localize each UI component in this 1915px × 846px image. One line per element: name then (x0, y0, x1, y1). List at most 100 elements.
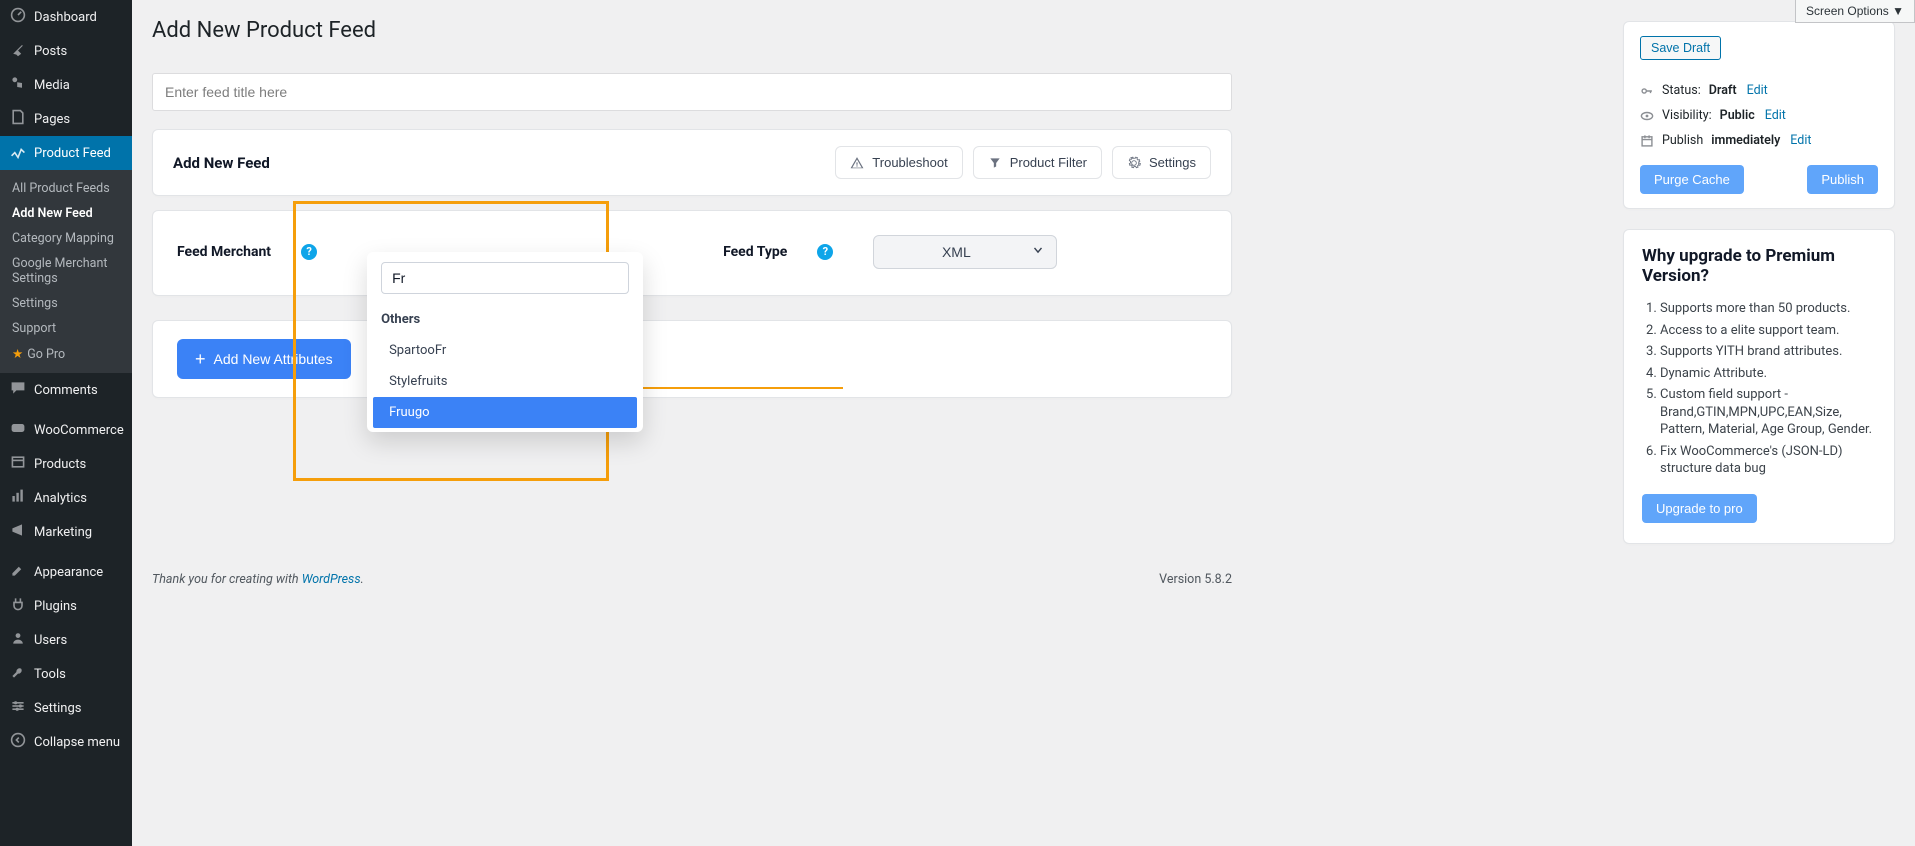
upgrade-item: Dynamic Attribute. (1660, 363, 1876, 385)
feed-config-panel: Feed Merchant? Others SpartooFr Stylefru… (152, 210, 1232, 296)
sidebar-item-users[interactable]: Users (0, 623, 132, 657)
sidebar-item-label: Collapse menu (34, 735, 120, 750)
sidebar-item-label: Users (34, 633, 67, 648)
sidebar-item-settings[interactable]: Settings (0, 691, 132, 725)
feed-title-input[interactable] (152, 73, 1232, 111)
star-icon: ★ (12, 347, 23, 362)
edit-status-link[interactable]: Edit (1747, 83, 1768, 98)
appearance-icon (10, 562, 26, 582)
settings-button[interactable]: Settings (1112, 146, 1211, 179)
upgrade-item: Fix WooCommerce's (JSON-LD) structure da… (1660, 441, 1876, 480)
help-icon[interactable]: ? (301, 244, 317, 260)
upgrade-list: Supports more than 50 products. Access t… (1642, 298, 1876, 480)
tools-icon (10, 664, 26, 684)
products-icon (10, 454, 26, 474)
main-content: Screen Options ▼ Add New Product Feed Ad… (132, 0, 1915, 846)
product-filter-button[interactable]: Product Filter (973, 146, 1102, 179)
upgrade-box: Why upgrade to Premium Version? Supports… (1623, 229, 1895, 544)
gear-icon (1127, 156, 1141, 170)
sidebar-item-posts[interactable]: Posts (0, 34, 132, 68)
users-icon (10, 630, 26, 650)
feed-merchant-label: Feed Merchant (177, 244, 271, 260)
sidebar-item-product-feed[interactable]: Product Feed (0, 136, 132, 170)
sidebar-item-label: Posts (34, 44, 67, 59)
dropdown-item-stylefruits[interactable]: Stylefruits (367, 366, 643, 397)
dropdown-item-fruugo[interactable]: Fruugo (373, 397, 637, 428)
analytics-icon (10, 488, 26, 508)
submenu-add-new-feed[interactable]: Add New Feed (0, 201, 132, 226)
sidebar-item-pages[interactable]: Pages (0, 102, 132, 136)
annotation-arrow (611, 381, 843, 395)
page-icon (10, 109, 26, 129)
troubleshoot-button[interactable]: Troubleshoot (835, 146, 962, 179)
edit-schedule-link[interactable]: Edit (1790, 133, 1811, 148)
sidebar-item-tools[interactable]: Tools (0, 657, 132, 691)
publish-box: Save Draft Status: Draft Edit Visibility… (1623, 21, 1895, 209)
edit-visibility-link[interactable]: Edit (1765, 108, 1786, 123)
sidebar-item-comments[interactable]: Comments (0, 373, 132, 407)
sidebar-item-label: Analytics (34, 491, 87, 506)
submenu-category-mapping[interactable]: Category Mapping (0, 226, 132, 251)
sidebar-item-label: Settings (34, 701, 81, 716)
feed-icon (10, 143, 26, 163)
upgrade-to-pro-button[interactable]: Upgrade to pro (1642, 494, 1757, 523)
submenu-go-pro[interactable]: ★Go Pro (0, 341, 132, 367)
upgrade-title: Why upgrade to Premium Version? (1642, 246, 1876, 286)
feed-type-select[interactable]: XML (873, 235, 1057, 269)
sidebar-item-analytics[interactable]: Analytics (0, 481, 132, 515)
wordpress-link[interactable]: WordPress (302, 572, 361, 587)
publish-button[interactable]: Publish (1807, 165, 1878, 194)
sidebar-submenu: All Product Feeds Add New Feed Category … (0, 170, 132, 373)
admin-sidebar: Dashboard Posts Media Pages Product Feed… (0, 0, 132, 846)
sidebar-item-label: Products (34, 457, 86, 472)
submenu-support[interactable]: Support (0, 316, 132, 341)
submenu-all-feeds[interactable]: All Product Feeds (0, 176, 132, 201)
sidebar-item-label: Media (34, 78, 70, 93)
dashboard-icon (10, 7, 26, 27)
media-icon (10, 75, 26, 95)
plus-icon: + (195, 352, 206, 366)
purge-cache-button[interactable]: Purge Cache (1640, 165, 1744, 194)
plugins-icon (10, 596, 26, 616)
sidebar-item-label: Appearance (34, 565, 103, 580)
sidebar-item-plugins[interactable]: Plugins (0, 589, 132, 623)
sidebar-item-label: Tools (34, 667, 66, 682)
submenu-settings[interactable]: Settings (0, 291, 132, 316)
screen-options-button[interactable]: Screen Options ▼ (1795, 0, 1915, 23)
eye-icon (1640, 109, 1654, 123)
sidebar-item-media[interactable]: Media (0, 68, 132, 102)
add-new-attributes-button[interactable]: +Add New Attributes (177, 339, 351, 379)
status-line: Status: Draft Edit (1640, 78, 1878, 103)
sidebar-item-label: Plugins (34, 599, 77, 614)
sidebar-item-marketing[interactable]: Marketing (0, 515, 132, 549)
feed-type-label: Feed Type (723, 244, 787, 260)
sidebar-item-label: Comments (34, 383, 98, 398)
sidebar-collapse[interactable]: Collapse menu (0, 725, 132, 759)
filter-icon (988, 156, 1002, 170)
sidebar-item-label: WooCommerce (34, 423, 124, 438)
warning-icon (850, 156, 864, 170)
sidebar-item-dashboard[interactable]: Dashboard (0, 0, 132, 34)
dropdown-item-spartoofr[interactable]: SpartooFr (367, 335, 643, 366)
help-icon[interactable]: ? (817, 244, 833, 260)
settings-sidebar-icon (10, 698, 26, 718)
sidebar-item-woocommerce[interactable]: WooCommerce (0, 413, 132, 447)
calendar-icon (1640, 134, 1654, 148)
schedule-line: Publish immediately Edit (1640, 128, 1878, 153)
submenu-google-merchant[interactable]: Google Merchant Settings (0, 251, 132, 291)
sidebar-item-appearance[interactable]: Appearance (0, 555, 132, 589)
chevron-down-icon: ▼ (1892, 4, 1904, 18)
merchant-search-input[interactable] (381, 262, 629, 294)
version-text: Version 5.8.2 (1159, 572, 1232, 587)
save-draft-button[interactable]: Save Draft (1640, 36, 1721, 60)
add-feed-heading: Add New Feed (173, 154, 270, 172)
key-icon (1640, 84, 1654, 98)
dropdown-section-header: Others (367, 304, 643, 335)
merchant-dropdown-panel: Others SpartooFr Stylefruits Fruugo (367, 252, 643, 432)
sidebar-item-products[interactable]: Products (0, 447, 132, 481)
upgrade-item: Custom field support - Brand,GTIN,MPN,UP… (1660, 384, 1876, 441)
admin-footer: Thank you for creating with WordPress. V… (152, 568, 1232, 587)
comment-icon (10, 380, 26, 400)
upgrade-item: Supports more than 50 products. (1660, 298, 1876, 320)
sidebar-item-label: Marketing (34, 525, 92, 540)
